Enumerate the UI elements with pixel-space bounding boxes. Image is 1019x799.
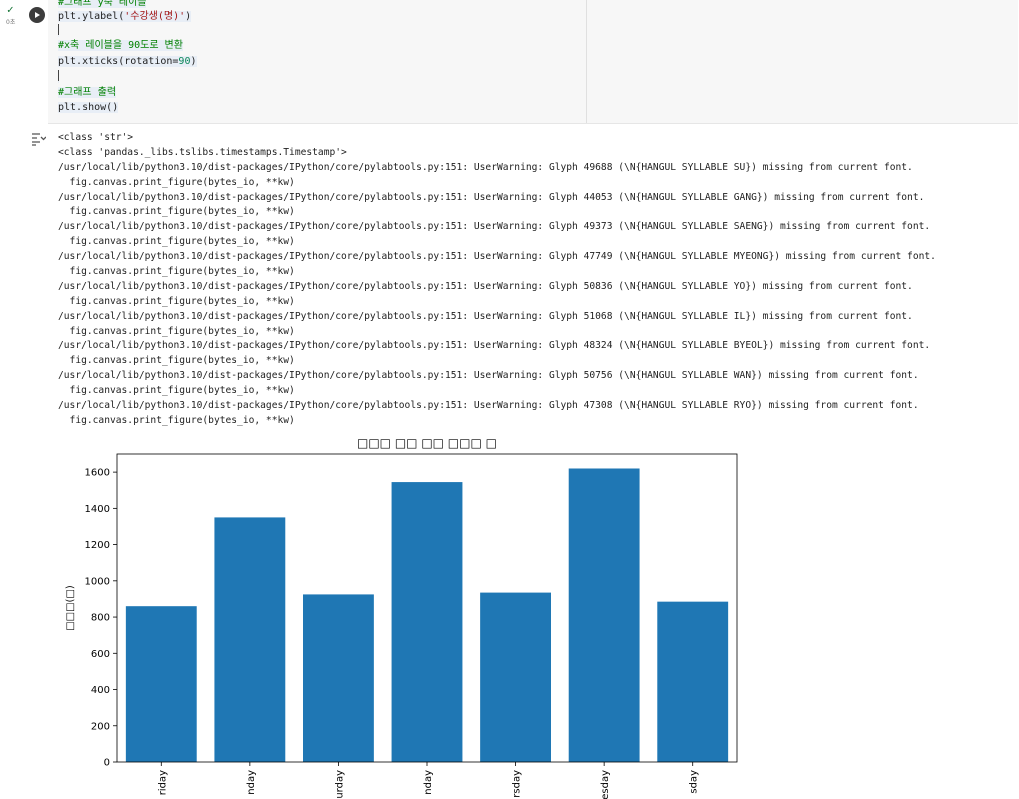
output-line: fig.canvas.print_figure(bytes_io, **kw) (58, 295, 295, 307)
bar (568, 468, 640, 762)
output-line: fig.canvas.print_figure(bytes_io, **kw) (58, 206, 295, 218)
code-close-paren: ) (190, 56, 197, 67)
code-line (58, 70, 59, 84)
output-line: /usr/local/lib/python3.10/dist-packages/… (58, 221, 931, 233)
output-line: /usr/local/lib/python3.10/dist-packages/… (58, 370, 919, 382)
output-line: fig.canvas.print_figure(bytes_io, **kw) (58, 325, 295, 337)
bar (480, 592, 551, 762)
code-close-paren: ) (112, 102, 119, 113)
code-comment: #x축 레이블을 90도로 변환 (58, 40, 183, 51)
play-icon (35, 12, 40, 18)
cell-output-stream: <class 'str'> <class 'pandas._libs.tslibs… (58, 131, 998, 429)
code-line: #그래프 출력 (58, 86, 117, 100)
output-line: fig.canvas.print_figure(bytes_io, **kw) (58, 414, 295, 426)
code-argument: '수강생(명)' (124, 11, 186, 22)
code-line: plt.ylabel('수강생(명)') (58, 10, 192, 24)
output-line: /usr/local/lib/python3.10/dist-packages/… (58, 251, 936, 263)
blank-line-marker (58, 70, 59, 81)
blank-line-marker (58, 24, 59, 35)
chart-title: □□□ □□ □□ □□□ □ (357, 436, 497, 450)
output-line: /usr/local/lib/python3.10/dist-packages/… (58, 400, 919, 412)
output-line: /usr/local/lib/python3.10/dist-packages/… (58, 340, 931, 352)
code-function: plt.ylabel( (58, 11, 125, 22)
code-close-paren: ) (185, 11, 192, 22)
code-line (58, 24, 59, 38)
output-line: <class 'pandas._libs.tslibs.timestamps.T… (58, 146, 347, 158)
code-line: #x축 레이블을 90도로 변환 (58, 39, 183, 53)
code-line: #그래프 y축 레이블 (58, 0, 147, 10)
code-function: plt.xticks(rotation= (58, 56, 179, 67)
editor-ruler (586, 0, 587, 123)
bar (303, 594, 374, 762)
y-tick-label: 200 (91, 721, 110, 732)
output-line: fig.canvas.print_figure(bytes_io, **kw) (58, 385, 295, 397)
output-line: <class 'str'> (58, 132, 134, 143)
bar (657, 601, 729, 762)
bar (391, 482, 463, 762)
code-comment: #그래프 y축 레이블 (58, 0, 147, 8)
code-line: plt.show() (58, 101, 119, 115)
x-tick-label: nday (246, 770, 257, 795)
x-tick-label: rsday (512, 770, 523, 798)
y-tick-label: 1200 (85, 540, 110, 551)
output-line: fig.canvas.print_figure(bytes_io, **kw) (58, 355, 295, 367)
y-tick-label: 1600 (85, 468, 110, 479)
code-argument: 90 (178, 56, 191, 67)
output-line: /usr/local/lib/python3.10/dist-packages/… (58, 310, 913, 322)
success-check-icon: ✓ (7, 3, 14, 16)
output-line: /usr/local/lib/python3.10/dist-packages/… (58, 280, 913, 292)
run-cell-button[interactable] (29, 7, 45, 23)
x-tick-label: urday (334, 770, 345, 799)
output-line: fig.canvas.print_figure(bytes_io, **kw) (58, 266, 295, 278)
x-tick-label: esday (600, 770, 611, 799)
y-tick-label: 1400 (85, 504, 110, 515)
output-toggle-icon[interactable] (30, 131, 47, 147)
y-tick-label: 600 (91, 649, 110, 660)
y-tick-label: 400 (91, 685, 110, 696)
x-tick-label: riday (157, 770, 168, 795)
y-tick-label: 0 (104, 758, 110, 769)
output-line: fig.canvas.print_figure(bytes_io, **kw) (58, 236, 295, 248)
cell-status: ✓ 0초 (0, 0, 22, 30)
y-tick-label: 1000 (85, 576, 110, 587)
exec-time: 0초 (6, 19, 16, 26)
bar-chart: □□□ □□ □□ □□□ □ riday nday urday nday rsday es… (65, 436, 738, 799)
bar (125, 606, 197, 762)
x-tick-label: sday (689, 770, 700, 794)
y-axis-label: □□□(□) (65, 585, 76, 631)
y-tick-label: 800 (91, 613, 110, 624)
output-line: fig.canvas.print_figure(bytes_io, **kw) (58, 176, 295, 188)
bar (214, 517, 286, 762)
x-tick-label: nday (423, 770, 434, 795)
code-function: plt.show( (58, 102, 113, 113)
code-cell-editor[interactable]: #그래프 y축 레이블 plt.ylabel('수강생(명)') #x축 레이블을 … (48, 0, 1018, 124)
code-line: plt.xticks(rotation=90) (58, 55, 197, 69)
output-line: /usr/local/lib/python3.10/dist-packages/… (58, 161, 913, 173)
output-line: /usr/local/lib/python3.10/dist-packages/… (58, 191, 925, 203)
code-comment: #그래프 출력 (58, 87, 117, 98)
